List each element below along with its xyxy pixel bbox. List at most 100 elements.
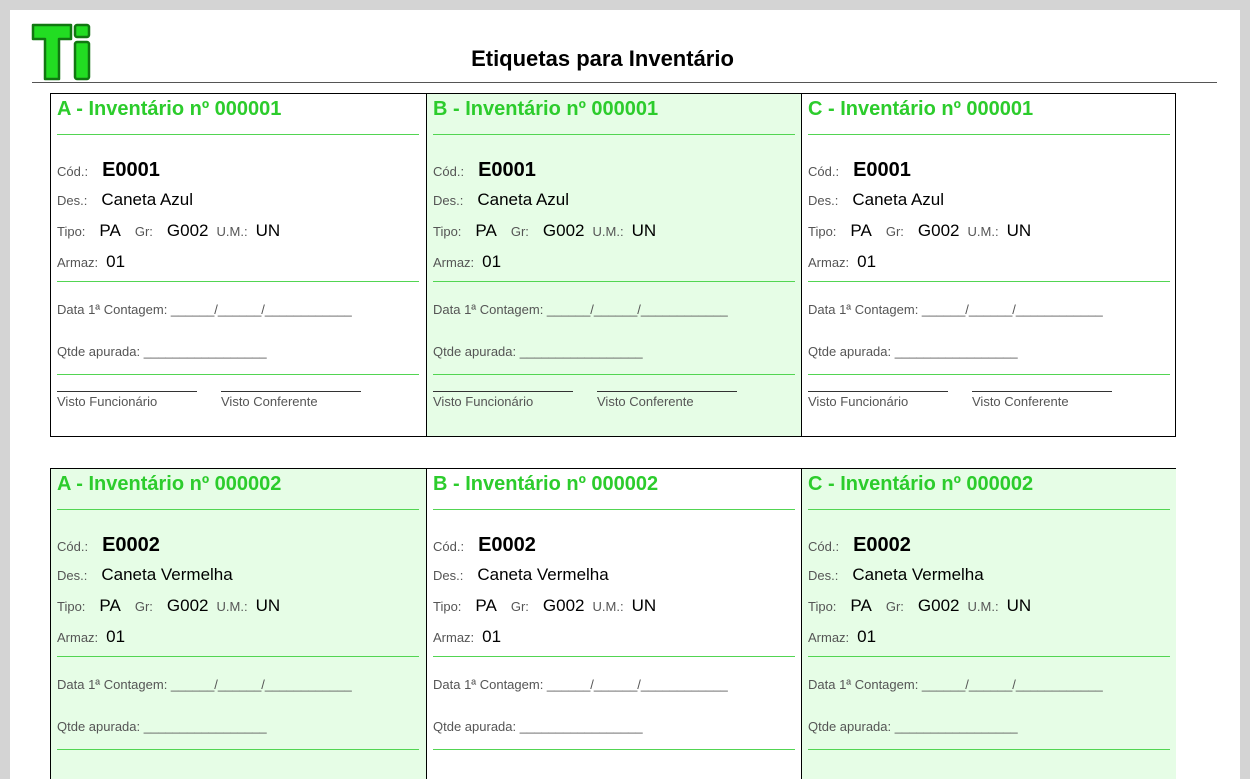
signature-line — [972, 391, 1112, 392]
tipo-label: Tipo: — [57, 599, 86, 614]
divider — [433, 656, 795, 657]
visto-conferente: Visto Conferente — [597, 391, 737, 409]
visto-funcionario-label: Visto Funcionário — [433, 394, 534, 409]
divider — [57, 281, 419, 282]
armaz-value: 01 — [482, 627, 502, 646]
grupo-value: G002 — [166, 221, 209, 240]
page-title: Etiquetas para Inventário — [471, 46, 734, 71]
tipo-value: PA — [850, 596, 872, 615]
um-label: U.M.: — [592, 224, 624, 239]
armaz-label: Armaz: — [808, 630, 850, 645]
des-label: Des.: — [808, 193, 839, 208]
des-value: Caneta Azul — [852, 190, 945, 209]
label-card-a-1: A - Inventário nº 000001 Cód.: E0001 Des.… — [51, 94, 426, 436]
data-contagem-line: Data 1ª Contagem: ______/______/________… — [57, 677, 352, 692]
grupo-label: Gr: — [885, 599, 904, 614]
tipo-value: PA — [475, 596, 497, 615]
qtde-apurada-line: Qtde apurada: _________________ — [433, 344, 643, 359]
grupo-label: Gr: — [134, 224, 153, 239]
des-line: Des.: Caneta Vermelha — [57, 565, 233, 585]
cod-value: E0001 — [478, 159, 536, 181]
armaz-label: Armaz: — [433, 630, 475, 645]
tipo-line: Tipo: PA Gr: G002 U.M.: UN — [433, 596, 656, 616]
card-title: A - Inventário nº 000002 — [57, 473, 282, 495]
cod-label: Cód.: — [433, 539, 465, 554]
card-title: C - Inventário nº 000002 — [808, 473, 1034, 495]
label-card-a-2: A - Inventário nº 000002 Cód.: E0002 Des.… — [51, 469, 426, 779]
card-title: A - Inventário nº 000001 — [57, 98, 282, 120]
cod-line: Cód.: E0002 — [433, 534, 536, 557]
cod-line: Cód.: E0001 — [808, 159, 911, 182]
um-value: UN — [1006, 596, 1032, 615]
um-value: UN — [255, 596, 281, 615]
cod-value: E0002 — [102, 534, 160, 556]
des-line: Des.: Caneta Azul — [433, 190, 569, 210]
card-title: C - Inventário nº 000001 — [808, 98, 1034, 120]
armaz-label: Armaz: — [808, 255, 850, 270]
divider — [808, 509, 1170, 510]
divider — [808, 374, 1170, 375]
label-card-c-2: C - Inventário nº 000002 Cód.: E0002 Des.… — [801, 469, 1176, 779]
grupo-value: G002 — [542, 221, 585, 240]
visto-funcionario-label: Visto Funcionário — [808, 394, 909, 409]
armaz-value: 01 — [106, 252, 126, 271]
tipo-label: Tipo: — [433, 224, 462, 239]
data-contagem-line: Data 1ª Contagem: ______/______/________… — [433, 302, 728, 317]
tipo-label: Tipo: — [808, 599, 837, 614]
divider — [433, 749, 795, 750]
divider — [433, 374, 795, 375]
tipo-line: Tipo: PA Gr: G002 U.M.: UN — [433, 221, 656, 241]
divider — [433, 509, 795, 510]
divider — [57, 134, 419, 135]
tipo-value: PA — [99, 221, 121, 240]
armaz-line: Armaz: 01 — [808, 627, 876, 647]
armaz-value: 01 — [106, 627, 126, 646]
armaz-label: Armaz: — [57, 255, 99, 270]
divider — [433, 281, 795, 282]
armaz-line: Armaz: 01 — [57, 627, 125, 647]
armaz-value: 01 — [857, 627, 877, 646]
grupo-label: Gr: — [510, 224, 529, 239]
qtde-apurada-line: Qtde apurada: _________________ — [433, 719, 643, 734]
armaz-label: Armaz: — [57, 630, 99, 645]
label-row-2: A - Inventário nº 000002 Cód.: E0002 Des.… — [50, 468, 1176, 779]
um-value: UN — [631, 596, 657, 615]
cod-value: E0001 — [853, 159, 911, 181]
des-value: Caneta Azul — [101, 190, 194, 209]
label-card-c-1: C - Inventário nº 000001 Cód.: E0001 Des.… — [801, 94, 1176, 436]
um-value: UN — [1006, 221, 1032, 240]
armaz-line: Armaz: 01 — [808, 252, 876, 272]
cod-line: Cód.: E0001 — [57, 159, 160, 182]
cod-label: Cód.: — [808, 164, 840, 179]
des-line: Des.: Caneta Vermelha — [808, 565, 984, 585]
visto-funcionario: Visto Funcionário — [57, 391, 197, 409]
tipo-line: Tipo: PA Gr: G002 U.M.: UN — [808, 596, 1031, 616]
tipo-line: Tipo: PA Gr: G002 U.M.: UN — [808, 221, 1031, 241]
qtde-apurada-line: Qtde apurada: _________________ — [57, 344, 267, 359]
armaz-label: Armaz: — [433, 255, 475, 270]
des-label: Des.: — [808, 568, 839, 583]
cod-label: Cód.: — [57, 539, 89, 554]
tipo-label: Tipo: — [57, 224, 86, 239]
des-line: Des.: Caneta Vermelha — [433, 565, 609, 585]
cod-line: Cód.: E0001 — [433, 159, 536, 182]
cod-line: Cód.: E0002 — [57, 534, 160, 557]
cod-line: Cód.: E0002 — [808, 534, 911, 557]
label-card-b-2: B - Inventário nº 000002 Cód.: E0002 Des.… — [426, 469, 801, 779]
cod-label: Cód.: — [57, 164, 89, 179]
divider — [57, 509, 419, 510]
tipo-value: PA — [475, 221, 497, 240]
document-page: Etiquetas para Inventário A - Inventário… — [10, 10, 1240, 779]
signature-line — [808, 391, 948, 392]
qtde-apurada-line: Qtde apurada: _________________ — [808, 719, 1018, 734]
armaz-line: Armaz: 01 — [433, 252, 501, 272]
des-value: Caneta Azul — [477, 190, 570, 209]
signature-line — [57, 391, 197, 392]
grupo-value: G002 — [166, 596, 209, 615]
tipo-label: Tipo: — [808, 224, 837, 239]
visto-funcionario: Visto Funcionário — [808, 391, 948, 409]
visto-conferente: Visto Conferente — [972, 391, 1112, 409]
visto-conferente-label: Visto Conferente — [597, 394, 694, 409]
cod-label: Cód.: — [808, 539, 840, 554]
divider — [57, 374, 419, 375]
